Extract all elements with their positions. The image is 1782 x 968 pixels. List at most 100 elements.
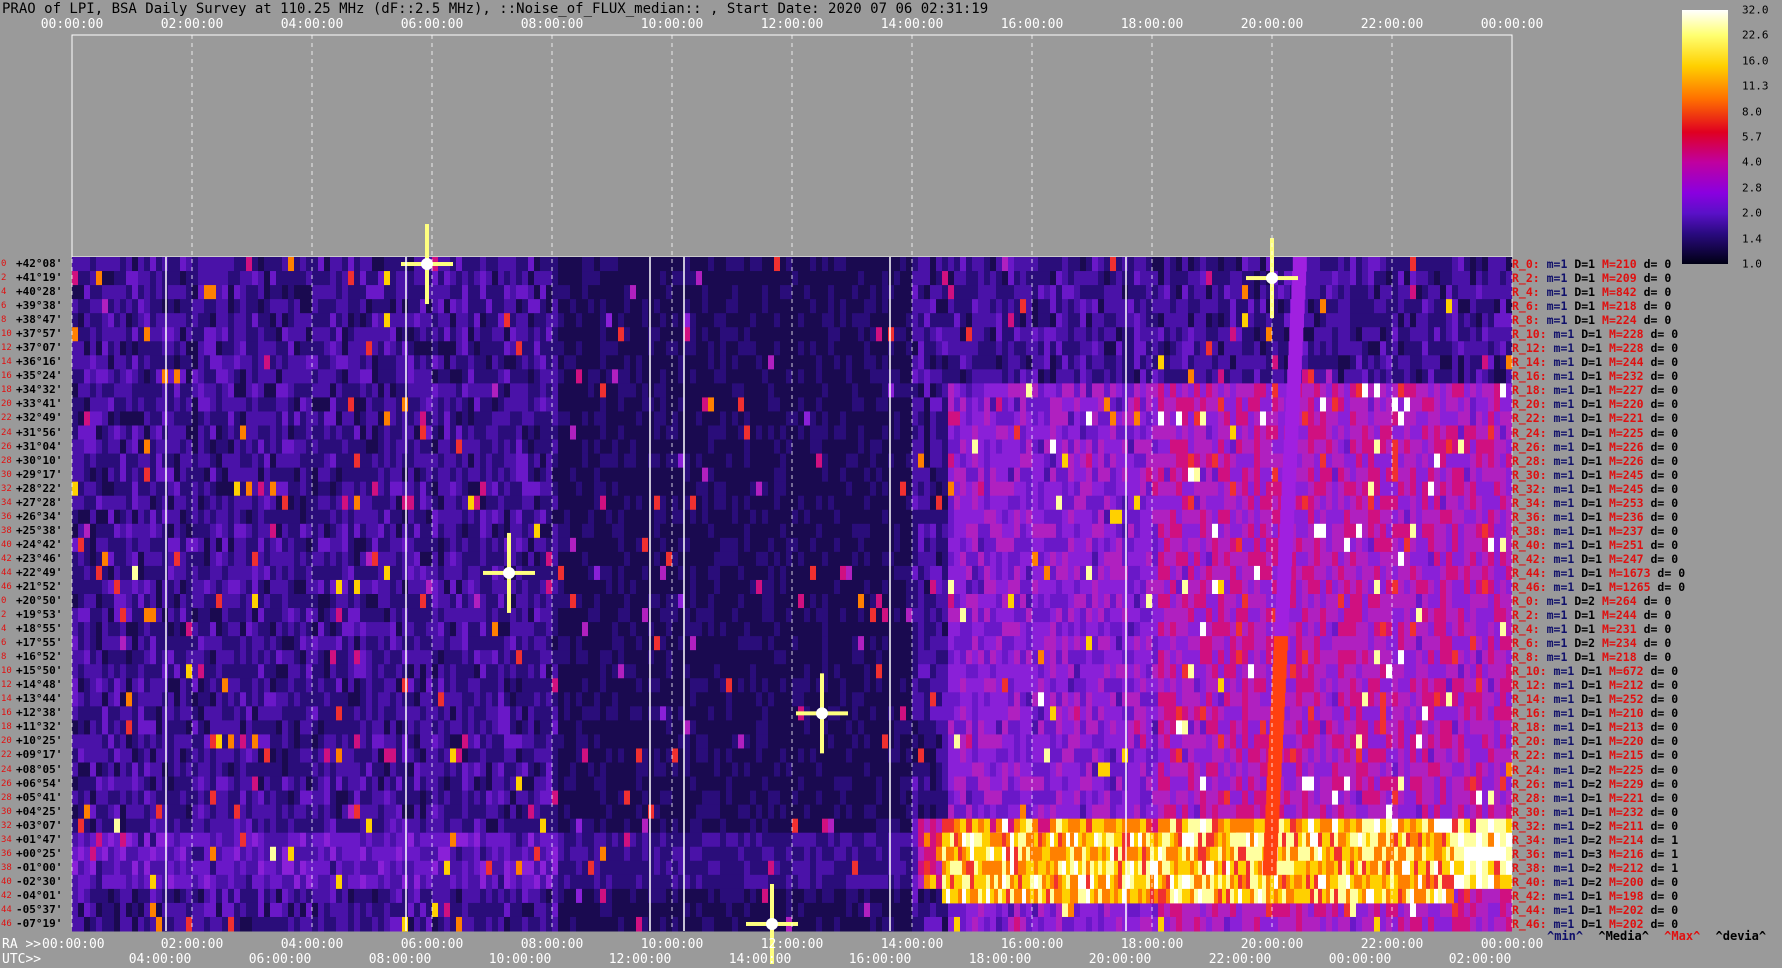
heatmap-cell: [390, 271, 396, 286]
heatmap-cell: [990, 481, 996, 497]
heatmap-cell: [1062, 341, 1068, 356]
heatmap-cell: [1458, 439, 1464, 455]
heatmap-cell: [498, 439, 504, 455]
heatmap-cell: [1116, 383, 1122, 398]
heatmap-cell: [1338, 271, 1344, 286]
heatmap-cell: [552, 299, 558, 314]
heatmap-cell: [300, 383, 306, 398]
heatmap-cell: [432, 481, 438, 497]
heatmap-cell: [942, 411, 948, 426]
heatmap-cell: [768, 537, 774, 553]
heatmap-cell: [1416, 383, 1422, 398]
heatmap-cell: [96, 411, 102, 426]
heatmap-cell: [996, 537, 1002, 553]
heatmap-cell: [696, 439, 702, 455]
heatmap-cell: [846, 495, 852, 511]
heatmap-cell: [702, 285, 708, 300]
heatmap-cell: [1440, 495, 1446, 511]
heatmap-cell: [810, 495, 816, 511]
heatmap-cell: [1182, 425, 1188, 441]
heatmap-cell: [114, 313, 120, 328]
heatmap-cell: [624, 523, 630, 539]
heatmap-cell: [246, 425, 252, 441]
heatmap-cell: [1332, 285, 1338, 300]
heatmap-cell: [1008, 523, 1014, 539]
heatmap-cell: [1140, 369, 1146, 384]
heatmap-cell: [600, 467, 606, 483]
heatmap-cell: [1164, 355, 1170, 370]
heatmap-cell: [1230, 523, 1236, 539]
heatmap-cell: [510, 383, 516, 398]
heatmap-cell: [1422, 411, 1428, 426]
heatmap-cell: [342, 355, 348, 370]
heatmap-cell: [1350, 383, 1356, 398]
heatmap-cell: [930, 369, 936, 384]
heatmap-cell: [150, 397, 156, 412]
heatmap-cell: [1116, 285, 1122, 300]
heatmap-cell: [348, 495, 354, 511]
heatmap-cell: [192, 369, 198, 384]
heatmap-cell: [732, 341, 738, 356]
heatmap-cell: [504, 425, 510, 441]
heatmap-cell: [264, 257, 270, 272]
heatmap-cell: [234, 467, 240, 483]
heatmap-cell: [948, 509, 954, 525]
heatmap-cell: [174, 369, 180, 384]
heatmap-cell: [1266, 341, 1272, 356]
heatmap-cell: [1380, 453, 1386, 469]
heatmap-cell: [294, 299, 300, 314]
heatmap-cell: [816, 341, 822, 356]
heatmap-cell: [792, 523, 798, 539]
heatmap-cell: [732, 271, 738, 286]
heatmap-cell: [1230, 439, 1236, 455]
heatmap-cell: [942, 271, 948, 286]
heatmap-cell: [576, 537, 582, 553]
heatmap-cell: [288, 341, 294, 356]
heatmap-cell: [1464, 425, 1470, 441]
heatmap-cell: [1470, 467, 1476, 483]
heatmap-cell: [396, 523, 402, 539]
heatmap-cell: [360, 411, 366, 426]
heatmap-cell: [186, 411, 192, 426]
heatmap-cell: [990, 285, 996, 300]
heatmap-cell: [204, 341, 210, 356]
heatmap-cell: [690, 397, 696, 412]
heatmap-cell: [912, 257, 918, 272]
heatmap-cell: [1134, 299, 1140, 314]
heatmap-cell: [966, 523, 972, 539]
heatmap-cell: [216, 341, 222, 356]
heatmap-cell: [1062, 257, 1068, 272]
heatmap-cell: [1206, 341, 1212, 356]
heatmap-cell: [312, 285, 318, 300]
heatmap-cell: [738, 285, 744, 300]
heatmap-cell: [420, 425, 426, 441]
heatmap-cell: [582, 537, 588, 553]
heatmap-cell: [660, 397, 666, 412]
heatmap-cell: [864, 299, 870, 314]
heatmap-cell: [486, 523, 492, 539]
heatmap-cell: [1038, 271, 1044, 286]
heatmap-cell: [84, 495, 90, 511]
heatmap-cell: [126, 313, 132, 328]
heatmap-cell: [984, 481, 990, 497]
heatmap-cell: [504, 383, 510, 398]
heatmap-cell: [240, 313, 246, 328]
heatmap-cell: [996, 299, 1002, 314]
heatmap-cell: [1062, 411, 1068, 426]
heatmap-cell: [1080, 299, 1086, 314]
heatmap-cell: [1254, 257, 1260, 272]
heatmap-cell: [612, 481, 618, 497]
heatmap-cell: [522, 481, 528, 497]
heatmap-cell: [486, 453, 492, 469]
heatmap-cell: [876, 411, 882, 426]
heatmap-cell: [534, 327, 540, 342]
heatmap-cell: [354, 523, 360, 539]
heatmap-cell: [1362, 411, 1368, 426]
heatmap-cell: [1404, 355, 1410, 370]
heatmap-cell: [1002, 411, 1008, 426]
heatmap-cell: [276, 537, 282, 553]
heatmap-cell: [372, 327, 378, 342]
heatmap-cell: [414, 439, 420, 455]
heatmap-cell: [354, 341, 360, 356]
heatmap-cell: [648, 411, 654, 426]
